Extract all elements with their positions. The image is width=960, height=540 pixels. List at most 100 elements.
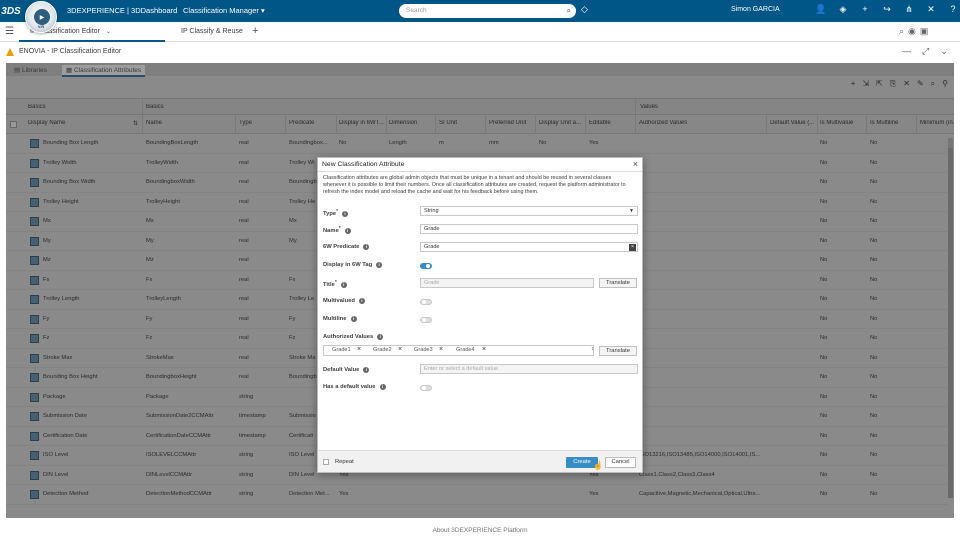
repeat-label: Repeat	[335, 459, 354, 465]
user-name[interactable]: Simon GARCIA	[731, 6, 780, 13]
table-cell: Trolley Width	[43, 159, 77, 166]
search-input[interactable]: Search ⌕	[399, 4, 576, 18]
table-cell: TrolleyWidth	[146, 159, 178, 166]
maximize-icon[interactable]: ⤢	[922, 46, 929, 57]
column-header[interactable]: Authorized Values	[639, 120, 759, 126]
attributes-icon: ▦	[66, 67, 73, 74]
table-cell: No	[820, 491, 828, 497]
user-icon[interactable]: 👤	[810, 4, 832, 15]
add-icon[interactable]: +	[854, 4, 876, 15]
tab-ip-classify-reuse[interactable]: IP Classify & Reuse	[181, 22, 249, 42]
tools-icon[interactable]: ✕	[903, 79, 910, 89]
predicate-input[interactable]: Grade ×	[420, 242, 638, 252]
clear-icon[interactable]: ×	[629, 244, 636, 251]
multiline-toggle[interactable]	[420, 317, 432, 323]
network-icon[interactable]: ⋔	[898, 4, 920, 15]
title-label: Title* i	[323, 280, 347, 288]
table-cell: real	[239, 218, 249, 224]
name-input[interactable]: Grade	[420, 224, 638, 234]
grid-scrollbar[interactable]	[948, 138, 953, 498]
column-header[interactable]: Predicate	[289, 120, 334, 126]
chat-bubble-icon[interactable]: ▣	[920, 26, 929, 37]
column-header[interactable]: Display Name	[28, 120, 128, 126]
app-title-menu[interactable]: Classification Manager ▾	[183, 6, 265, 15]
column-header[interactable]: Is Multivalue	[820, 120, 865, 126]
cancel-button[interactable]: Cancel	[605, 457, 636, 468]
filter-icon[interactable]: ⚲	[942, 79, 948, 89]
resize-icon[interactable]: ↕	[591, 346, 594, 352]
table-cell: Certification Date	[43, 432, 88, 439]
has-default-toggle[interactable]	[420, 385, 432, 391]
column-header[interactable]: SI Unit	[439, 120, 484, 126]
add-tab-icon[interactable]: +	[252, 25, 258, 37]
predicate-value: Grade	[424, 244, 440, 250]
search-icon[interactable]: ⌕	[567, 6, 571, 16]
edit-icon[interactable]: ✎	[917, 79, 924, 89]
chevron-down-icon[interactable]: ⌄	[940, 46, 948, 57]
remove-chip-icon[interactable]: ×	[357, 346, 361, 353]
type-select[interactable]: String ▼	[420, 206, 638, 216]
group-header-basics-2: Basics	[146, 104, 164, 110]
sort-icon[interactable]: ⇅	[133, 120, 138, 127]
attribute-icon	[30, 158, 39, 168]
tag-icon[interactable]: ◇	[581, 4, 588, 15]
title-input[interactable]: Grade	[420, 278, 594, 288]
default-value-input[interactable]: Enter or select a default value	[420, 364, 638, 374]
multivalued-toggle[interactable]	[420, 299, 432, 305]
column-header[interactable]: Display in 6WT...	[339, 120, 385, 126]
column-header[interactable]: Is Multiline	[870, 120, 915, 126]
column-header[interactable]: Type	[239, 120, 284, 126]
menu-icon[interactable]: ☰	[5, 26, 14, 37]
authorized-values-input[interactable]: Grade1 × Grade2 × Grade3 × Grade4 × ↕	[323, 345, 594, 356]
footer-link[interactable]: About 3DEXPERIENCE Platform	[0, 522, 960, 540]
table-cell: BoundingBoxLength	[146, 140, 199, 146]
caret-down-icon: ▼	[629, 208, 634, 214]
column-header[interactable]: Minimum (in...	[920, 120, 954, 126]
authorized-translate-button[interactable]: Translate	[599, 346, 637, 356]
chevron-down-icon[interactable]: ⌄	[106, 29, 111, 35]
attribute-icon	[30, 373, 39, 382]
dialog-footer: Repeat Create Cancel ☝	[318, 450, 642, 472]
compass-icon[interactable]: ▶ V.R	[25, 1, 57, 33]
repeat-checkbox[interactable]	[323, 459, 329, 465]
column-header[interactable]: Default Value (...	[770, 120, 816, 126]
tab-classification-attributes[interactable]: ▦ Classification Attributes	[62, 65, 146, 77]
table-cell: real	[239, 159, 249, 166]
table-row[interactable]: Bounding Box Length BoundingBoxLength real…	[6, 134, 948, 154]
view-icon[interactable]: ◉	[908, 26, 916, 37]
column-header[interactable]: Dimension	[389, 120, 434, 126]
help-icon[interactable]: ?	[942, 4, 960, 15]
search-tab-icon[interactable]: ⌕	[899, 26, 904, 37]
remove-chip-icon[interactable]: ×	[482, 346, 486, 353]
column-header[interactable]: Name	[146, 120, 231, 126]
title-translate-button[interactable]: Translate	[599, 278, 637, 288]
dialog-description: Classification attributes are global adm…	[323, 175, 626, 195]
tab-libraries[interactable]: ▤ Libraries	[10, 65, 51, 75]
minimize-icon[interactable]: —	[902, 46, 911, 57]
close-icon[interactable]: ×	[633, 159, 638, 169]
chat-icon[interactable]: ◈	[832, 4, 854, 15]
display6w-toggle[interactable]	[420, 263, 432, 269]
table-cell: real	[239, 237, 249, 244]
table-cell: No	[870, 471, 878, 478]
attribute-icon	[30, 256, 39, 265]
column-header[interactable]: Display Unit a...	[539, 120, 584, 126]
select-all-checkbox[interactable]	[10, 121, 17, 128]
export-icon[interactable]: ⇱	[876, 79, 883, 89]
column-header[interactable]: Preferred Unit	[489, 120, 534, 126]
remove-chip-icon[interactable]: ×	[398, 346, 402, 353]
share-icon[interactable]: ↪	[876, 4, 898, 15]
ds-logo-icon[interactable]: 3DS	[0, 0, 22, 22]
copy-icon[interactable]: ⎘	[890, 79, 896, 89]
table-cell: No	[820, 432, 828, 439]
column-header[interactable]: Editable	[589, 120, 634, 126]
tools-icon[interactable]: ✕	[920, 4, 942, 15]
table-row[interactable]: Detection Method DetectionMethodCCMAttr st…	[6, 485, 948, 505]
search-icon[interactable]: ⌕	[931, 79, 935, 89]
remove-chip-icon[interactable]: ×	[439, 346, 443, 353]
platform-brand: 3DEXPERIENCE | 3DDashboard	[67, 6, 178, 15]
import-icon[interactable]: ⇲	[862, 79, 869, 89]
table-cell: No	[820, 218, 828, 224]
add-icon[interactable]: +	[851, 79, 856, 89]
info-icon: i	[358, 298, 365, 304]
